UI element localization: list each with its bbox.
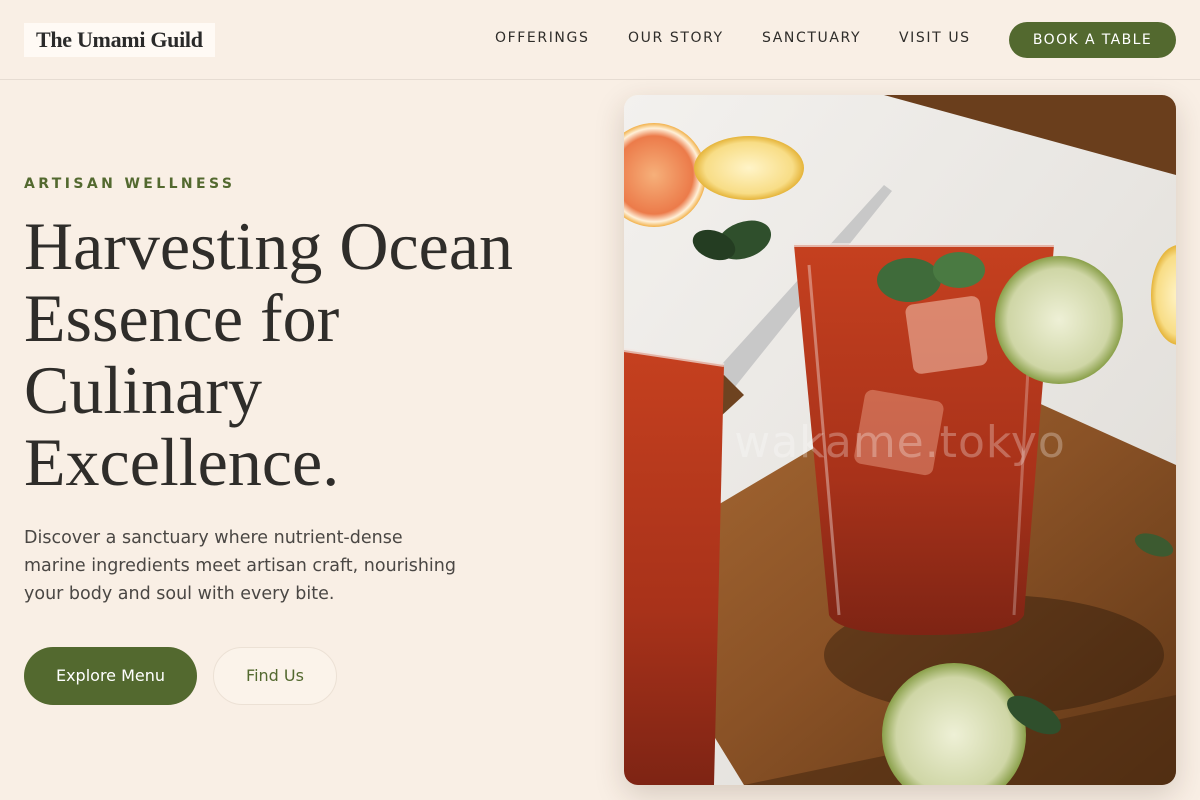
hero-image: wakame.tokyo [624, 95, 1176, 785]
nav-item-sanctuary[interactable]: SANCTUARY [762, 30, 861, 46]
brand-logo[interactable]: The Umami Guild [24, 23, 215, 57]
headline-line: Culinary [24, 352, 262, 428]
book-a-table-button[interactable]: BOOK A TABLE [1009, 22, 1176, 58]
description-line: your body and soul with every bite. [24, 584, 335, 604]
headline-line: Excellence. [24, 424, 340, 500]
find-us-button[interactable]: Find Us [213, 647, 337, 705]
description-line: marine ingredients meet artisan craft, n… [24, 556, 456, 576]
hero-headline: Harvesting Ocean Essence for Culinary Ex… [24, 210, 584, 498]
headline-line: Harvesting Ocean [24, 208, 514, 284]
headline-line: Essence for [24, 280, 340, 356]
nav-item-offerings[interactable]: OFFERINGS [495, 30, 589, 46]
hero-description: Discover a sanctuary where nutrient-dens… [24, 524, 484, 608]
description-line: Discover a sanctuary where nutrient-dens… [24, 528, 403, 548]
nav-item-our-story[interactable]: OUR STORY [628, 30, 724, 46]
hero-eyebrow: ARTISAN WELLNESS [24, 176, 236, 192]
site-header: The Umami Guild OFFERINGS OUR STORY SANC… [0, 0, 1200, 80]
image-watermark: wakame.tokyo [734, 417, 1066, 468]
nav-item-visit-us[interactable]: VISIT US [899, 30, 971, 46]
explore-menu-button[interactable]: Explore Menu [24, 647, 197, 705]
